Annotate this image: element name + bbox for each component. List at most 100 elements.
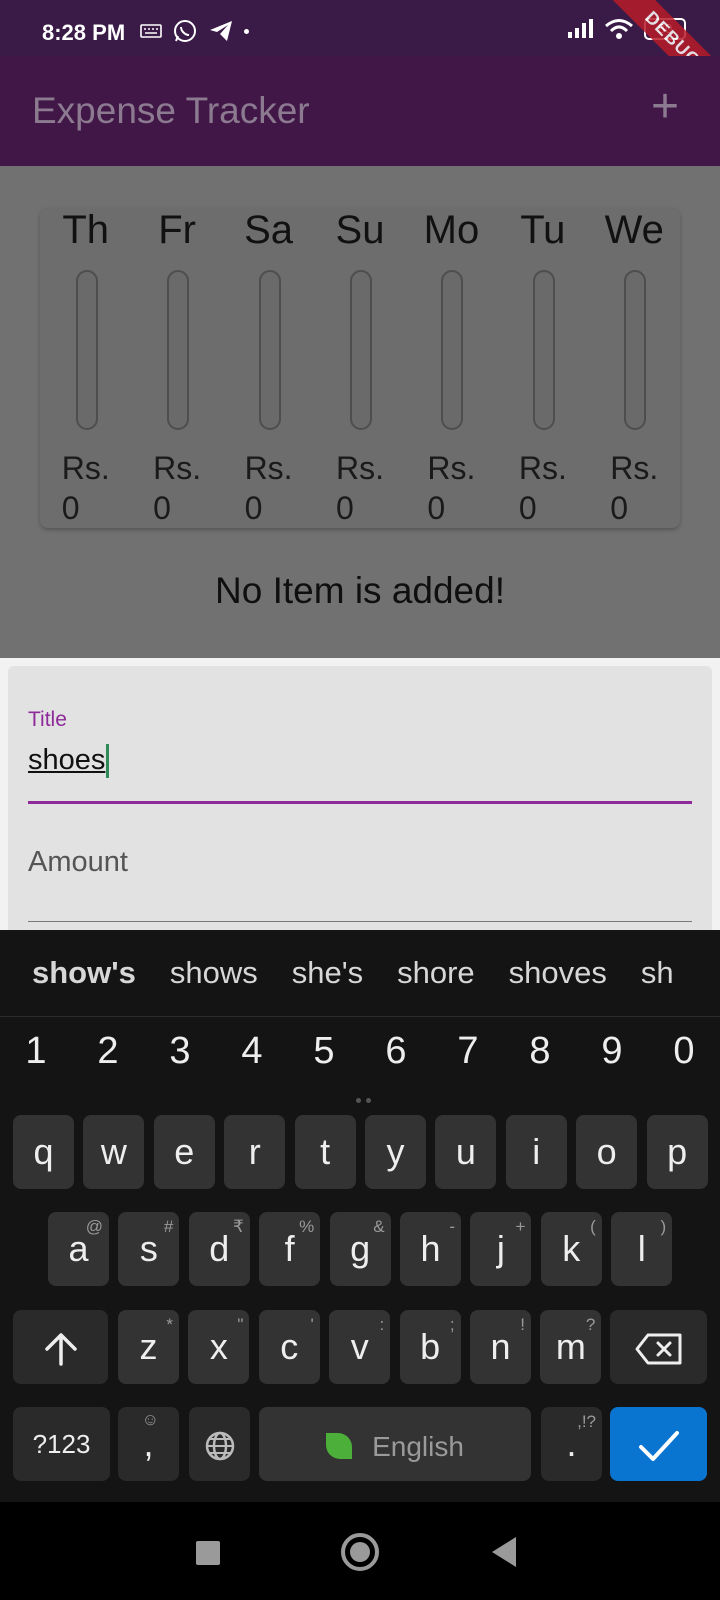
chart-amount-label: Rs. 0 xyxy=(427,448,475,528)
space-key[interactable]: English xyxy=(259,1407,531,1481)
shift-key[interactable] xyxy=(13,1310,108,1384)
letter-key-label: o xyxy=(596,1131,617,1172)
period-key-label: . xyxy=(566,1423,577,1464)
letter-key[interactable]: q xyxy=(13,1115,74,1189)
letter-key-alt-label: " xyxy=(237,1315,244,1334)
letter-key[interactable]: c ' xyxy=(258,1310,320,1384)
letter-key[interactable]: h- xyxy=(400,1212,461,1286)
number-key[interactable]: 7 xyxy=(432,1030,504,1086)
letter-key[interactable]: g & xyxy=(329,1212,391,1286)
amount-input-underline xyxy=(28,921,692,922)
number-key[interactable]: 9 xyxy=(576,1030,648,1086)
letter-key-label: h xyxy=(420,1228,441,1269)
number-key[interactable]: 5 xyxy=(288,1030,360,1086)
number-key[interactable]: 6 xyxy=(360,1030,432,1086)
letter-key-label: w xyxy=(100,1131,127,1172)
done-key[interactable] xyxy=(610,1407,707,1481)
number-key[interactable]: 3 xyxy=(144,1030,216,1086)
chart-day-column: Fr Rs. 0 xyxy=(137,208,217,528)
chart-day-label: Th xyxy=(62,208,110,252)
chart-amount-value: 0 xyxy=(518,490,537,526)
keyboard-suggestion[interactable]: sh xyxy=(641,955,674,991)
add-expense-button[interactable]: + xyxy=(640,83,690,134)
letter-key[interactable]: y xyxy=(365,1115,426,1189)
app-title: Expense Tracker xyxy=(32,90,310,131)
amount-input[interactable]: Amount xyxy=(28,846,128,879)
weekly-chart-card: Th Rs. 0 Fr Rs. 0 Sa Rs. 0 Su Rs. 0 Mo Rs. 0 Tu Rs. 0 We Rs… xyxy=(40,208,680,528)
chart-day-column: Tu Rs. 0 xyxy=(503,208,583,528)
letter-key[interactable]: a @ xyxy=(48,1212,109,1286)
number-key[interactable]: 8 xyxy=(504,1030,576,1086)
letter-key[interactable]: m? xyxy=(540,1310,602,1384)
symbols-key[interactable]: ?123 xyxy=(13,1407,110,1481)
letter-key[interactable]: f% xyxy=(259,1212,321,1286)
recents-button[interactable] xyxy=(196,1541,220,1565)
letter-key-alt-label: * xyxy=(166,1315,173,1334)
keyboard-suggestion[interactable]: she's xyxy=(292,955,363,991)
letter-key-alt-label: : xyxy=(379,1315,385,1334)
chart-day-label: Su xyxy=(335,208,385,252)
letter-key[interactable]: t xyxy=(294,1115,356,1189)
letter-key-label: y xyxy=(386,1131,405,1172)
number-key[interactable]: 1 xyxy=(0,1030,72,1086)
letter-key[interactable]: z * xyxy=(118,1310,179,1384)
keyboard-suggestion[interactable]: show's xyxy=(32,955,136,991)
letter-key-label: l xyxy=(637,1228,646,1269)
space-key-label: English xyxy=(372,1431,464,1462)
chart-amount-label: Rs. 0 xyxy=(62,448,110,528)
chart-amount-value: 0 xyxy=(610,490,629,526)
letter-key[interactable]: w xyxy=(83,1115,145,1189)
language-key[interactable] xyxy=(189,1407,250,1481)
backspace-key[interactable] xyxy=(610,1310,707,1384)
status-icons-left xyxy=(140,18,249,44)
keyboard-icon xyxy=(140,24,162,38)
dot-icon xyxy=(244,28,249,34)
letter-key[interactable]: u xyxy=(435,1115,497,1189)
checkmark-icon xyxy=(638,1431,679,1462)
letter-key[interactable]: i xyxy=(505,1115,567,1189)
chart-day-column: Su Rs. 0 xyxy=(320,208,400,528)
number-key[interactable]: 2 xyxy=(72,1030,144,1086)
status-bar: 8:28 PM 80 DEBUG xyxy=(0,0,720,110)
letter-key[interactable]: v: xyxy=(329,1310,391,1384)
letter-key-label: x xyxy=(209,1326,228,1367)
chart-day-label: Mo xyxy=(423,208,480,252)
keyboard-suggestion[interactable]: shows xyxy=(170,955,258,991)
symbols-key-label: ?123 xyxy=(32,1429,91,1459)
keyboard-suggestion[interactable]: shoves xyxy=(509,955,607,991)
chart-currency: Rs. xyxy=(336,450,384,486)
letter-key-alt-label: - xyxy=(449,1217,455,1236)
letter-key[interactable]: e xyxy=(153,1115,215,1189)
chart-day-column: Th Rs. 0 xyxy=(46,208,126,528)
letter-key[interactable]: s # xyxy=(118,1212,180,1286)
number-row: 1234567890 xyxy=(0,1030,720,1086)
letter-key[interactable]: d ₹ xyxy=(188,1212,250,1286)
emoji-comma-key[interactable]: , ☺ xyxy=(118,1407,179,1481)
letter-key[interactable]: p xyxy=(646,1115,708,1189)
period-key[interactable]: .,!? xyxy=(541,1407,602,1481)
letter-key[interactable]: j + xyxy=(470,1212,532,1286)
title-input-value: shoes xyxy=(28,744,106,776)
letter-key-label: g xyxy=(350,1228,371,1269)
letter-key[interactable]: o xyxy=(576,1115,638,1189)
letter-key[interactable]: x " xyxy=(188,1310,250,1384)
back-button[interactable] xyxy=(492,1537,516,1567)
letter-key[interactable]: l) xyxy=(611,1212,673,1286)
letter-key-label: b xyxy=(420,1326,441,1367)
letter-key[interactable]: n! xyxy=(470,1310,531,1384)
whatsapp-icon xyxy=(174,20,196,42)
emoji-icon: ☺ xyxy=(141,1410,159,1429)
title-input[interactable]: shoes xyxy=(28,744,110,779)
letter-key-label: z xyxy=(139,1326,158,1367)
letter-key[interactable]: k( xyxy=(540,1212,602,1286)
keyboard-suggestion[interactable]: shore xyxy=(397,955,475,991)
number-key[interactable]: 4 xyxy=(216,1030,288,1086)
home-button[interactable] xyxy=(341,1533,379,1571)
chart-bar xyxy=(350,270,372,430)
chart-bar xyxy=(624,270,647,430)
number-key[interactable]: 0 xyxy=(648,1030,720,1086)
letter-key[interactable]: b; xyxy=(399,1310,461,1384)
signal-icon xyxy=(568,19,593,38)
letter-key-label: n xyxy=(490,1326,511,1367)
letter-key[interactable]: r xyxy=(224,1115,286,1189)
